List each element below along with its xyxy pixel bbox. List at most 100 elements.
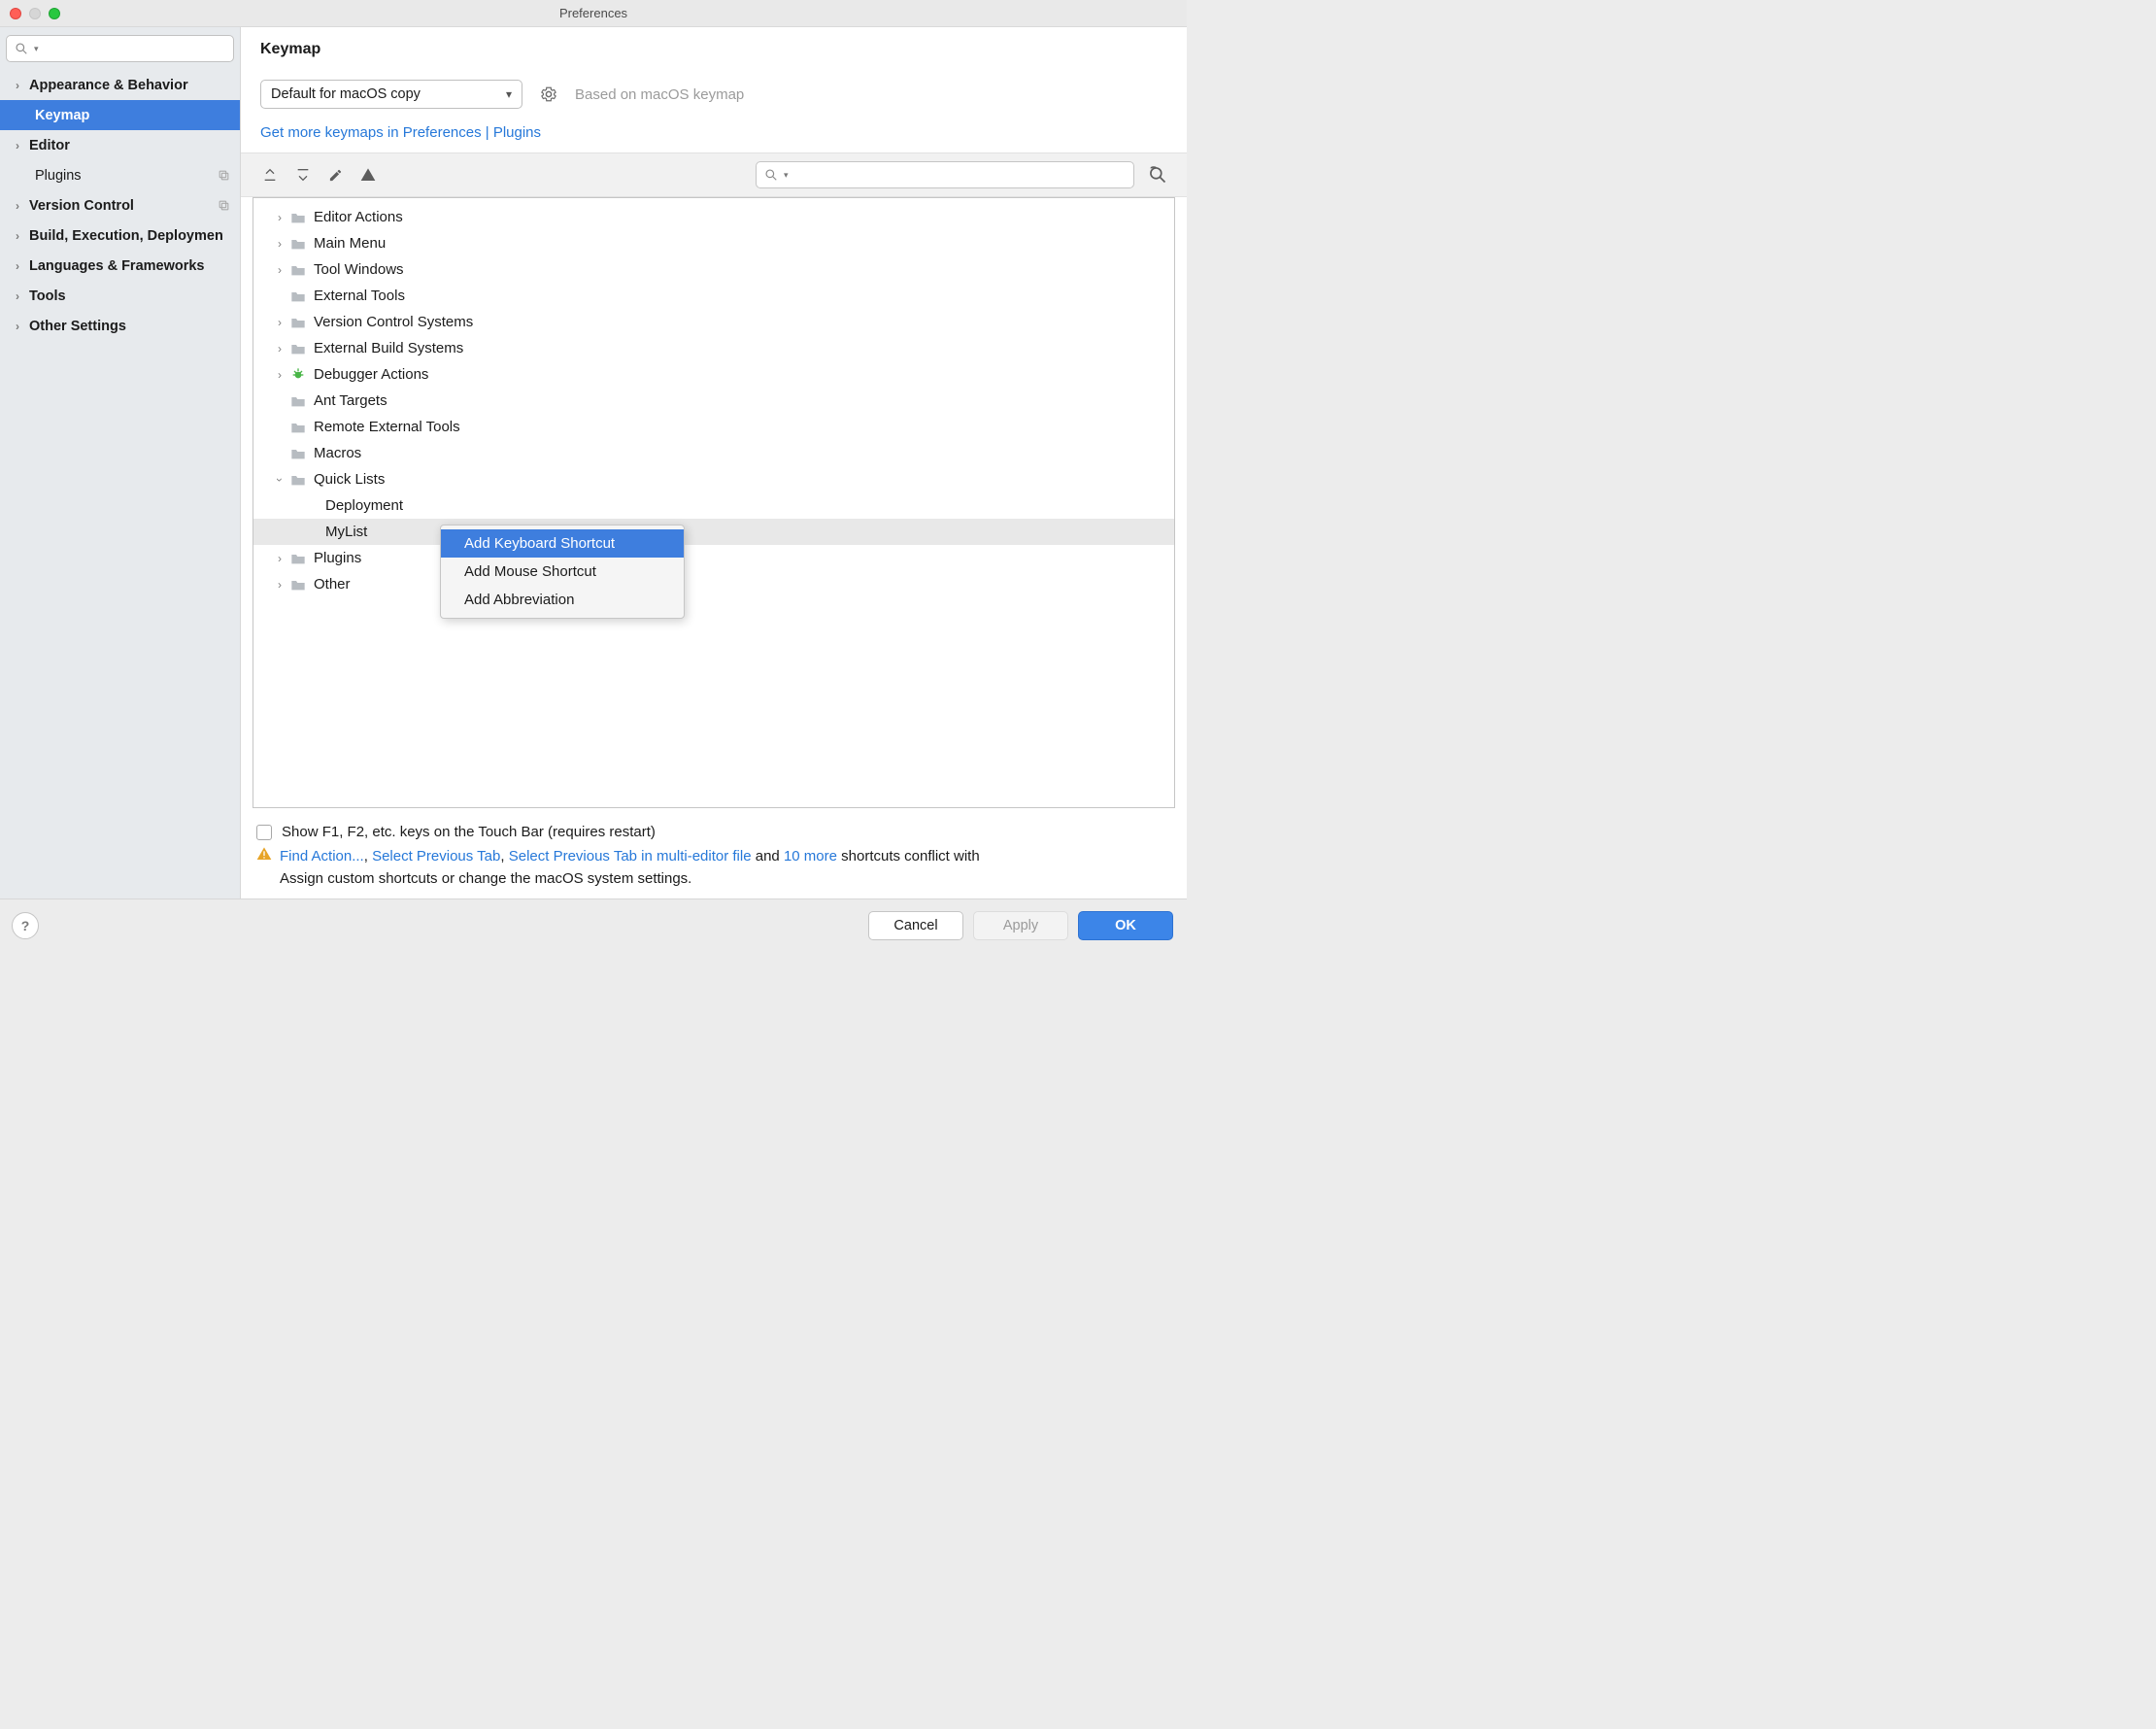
context-menu: Add Keyboard Shortcut Add Mouse Shortcut…	[440, 525, 685, 619]
folder-icon	[288, 263, 308, 277]
search-icon	[15, 42, 28, 55]
content-area: ▾ › Appearance & Behavior Keymap › Edito…	[0, 27, 1187, 898]
sidebar-item-label: Appearance & Behavior	[29, 78, 188, 93]
sidebar-item-version-control[interactable]: › Version Control	[0, 190, 240, 220]
chevron-right-icon: ›	[271, 263, 288, 277]
copy-profile-icon	[218, 199, 230, 212]
tree-row-label: Ant Targets	[314, 392, 387, 409]
chevron-right-icon: ›	[271, 368, 288, 382]
edit-icon[interactable]	[328, 167, 343, 183]
tree-row-quick-lists[interactable]: › Quick Lists	[253, 466, 1174, 492]
tree-row-label: Tool Windows	[314, 261, 404, 278]
tree-row-tool-windows[interactable]: › Tool Windows	[253, 256, 1174, 283]
main-panel: Keymap Default for macOS copy ▾ Based on…	[241, 27, 1187, 898]
folder-icon	[288, 421, 308, 434]
tree-row-ant[interactable]: Ant Targets	[253, 388, 1174, 414]
chevron-down-icon: ▾	[34, 44, 39, 54]
based-on-label: Based on macOS keymap	[575, 86, 744, 103]
folder-icon	[288, 552, 308, 565]
sidebar-item-label: Build, Execution, Deployment	[29, 228, 223, 244]
search-icon	[764, 168, 778, 182]
tree-row-mylist[interactable]: MyList	[253, 519, 1174, 545]
keymap-toolbar: ▾	[241, 153, 1187, 197]
context-menu-add-mouse-shortcut[interactable]: Add Mouse Shortcut	[441, 558, 684, 586]
footer-buttons: Cancel Apply OK	[868, 911, 1173, 940]
cancel-button[interactable]: Cancel	[868, 911, 963, 940]
tree-row-other[interactable]: › Other	[253, 571, 1174, 597]
context-menu-add-keyboard-shortcut[interactable]: Add Keyboard Shortcut	[441, 529, 684, 558]
sidebar-item-tools[interactable]: › Tools	[0, 281, 240, 311]
sidebar-item-editor[interactable]: › Editor	[0, 130, 240, 160]
sidebar-item-label: Plugins	[35, 168, 82, 184]
more-link[interactable]: 10 more	[784, 848, 837, 864]
tree-row-label: Editor Actions	[314, 209, 403, 225]
select-prev-multi-link[interactable]: Select Previous Tab in multi-editor file	[509, 848, 752, 864]
folder-icon	[288, 394, 308, 408]
sidebar-search-wrap: ▾	[0, 27, 240, 70]
tree-row-label: Deployment	[325, 497, 403, 514]
tree-row-external-tools[interactable]: External Tools	[253, 283, 1174, 309]
chevron-right-icon: ›	[16, 320, 29, 333]
tree-row-external-build[interactable]: › External Build Systems	[253, 335, 1174, 361]
find-action-link[interactable]: Find Action...	[280, 848, 364, 864]
tree-row-plugins[interactable]: › Plugins	[253, 545, 1174, 571]
ok-button[interactable]: OK	[1078, 911, 1173, 940]
conflict-text: Find Action..., Select Previous Tab, Sel…	[280, 846, 1171, 866]
sidebar-item-label: Editor	[29, 138, 70, 153]
folder-icon	[288, 473, 308, 487]
folder-icon	[288, 237, 308, 251]
page-title: Keymap	[241, 27, 1187, 62]
sidebar-item-languages[interactable]: › Languages & Frameworks	[0, 251, 240, 281]
sidebar-item-label: Other Settings	[29, 319, 126, 334]
keymap-settings-gear-button[interactable]	[540, 85, 557, 103]
chevron-right-icon: ›	[16, 229, 29, 243]
tree-row-label: Other	[314, 576, 351, 593]
apply-button[interactable]: Apply	[973, 911, 1068, 940]
tree-row-main-menu[interactable]: › Main Menu	[253, 230, 1174, 256]
sidebar-item-plugins[interactable]: Plugins	[0, 160, 240, 190]
tree-row-deployment[interactable]: Deployment	[253, 492, 1174, 519]
folder-icon	[288, 578, 308, 592]
actions-tree[interactable]: › Editor Actions › Main Menu › Tool Wind…	[253, 197, 1175, 808]
tree-row-macros[interactable]: Macros	[253, 440, 1174, 466]
chevron-right-icon: ›	[16, 289, 29, 303]
context-menu-add-abbreviation[interactable]: Add Abbreviation	[441, 586, 684, 614]
keymap-profile-combo[interactable]: Default for macOS copy ▾	[260, 80, 522, 109]
tree-row-label: Quick Lists	[314, 471, 385, 488]
sidebar-item-keymap[interactable]: Keymap	[0, 100, 240, 130]
chevron-right-icon: ›	[16, 79, 29, 92]
sidebar-list: › Appearance & Behavior Keymap › Editor …	[0, 70, 240, 898]
sidebar-item-label: Keymap	[35, 108, 89, 123]
sidebar-item-appearance[interactable]: › Appearance & Behavior	[0, 70, 240, 100]
combo-value: Default for macOS copy	[271, 86, 421, 102]
help-button[interactable]: ?	[12, 912, 39, 939]
warning-icon[interactable]	[360, 167, 376, 183]
tree-row-label: Macros	[314, 445, 361, 461]
bug-icon	[288, 367, 308, 383]
chevron-right-icon: ›	[271, 552, 288, 565]
tree-row-vcs[interactable]: › Version Control Systems	[253, 309, 1174, 335]
actions-search-input[interactable]: ▾	[756, 161, 1134, 188]
touchbar-checkbox[interactable]	[256, 825, 272, 840]
get-more-keymaps-link[interactable]: Get more keymaps in Preferences | Plugin…	[241, 115, 1187, 153]
chevron-right-icon: ›	[16, 259, 29, 273]
sidebar-item-other-settings[interactable]: › Other Settings	[0, 311, 240, 341]
find-by-shortcut-button[interactable]	[1148, 165, 1167, 185]
chevron-down-icon: ›	[273, 471, 286, 489]
sidebar-search-input[interactable]: ▾	[6, 35, 234, 62]
chevron-down-icon: ▾	[506, 87, 512, 101]
chevron-right-icon: ›	[271, 578, 288, 592]
tree-row-label: Main Menu	[314, 235, 386, 252]
expand-all-icon[interactable]	[262, 167, 278, 183]
tree-row-remote-external[interactable]: Remote External Tools	[253, 414, 1174, 440]
tree-row-label: Version Control Systems	[314, 314, 473, 330]
folder-icon	[288, 211, 308, 224]
folder-icon	[288, 316, 308, 329]
keymap-top-bar: Default for macOS copy ▾ Based on macOS …	[241, 62, 1187, 115]
select-prev-tab-link[interactable]: Select Previous Tab	[372, 848, 500, 864]
tree-row-label: MyList	[325, 524, 367, 540]
tree-row-debugger[interactable]: › Debugger Actions	[253, 361, 1174, 388]
sidebar-item-build[interactable]: › Build, Execution, Deployment	[0, 220, 240, 251]
collapse-all-icon[interactable]	[295, 167, 311, 183]
tree-row-editor-actions[interactable]: › Editor Actions	[253, 204, 1174, 230]
